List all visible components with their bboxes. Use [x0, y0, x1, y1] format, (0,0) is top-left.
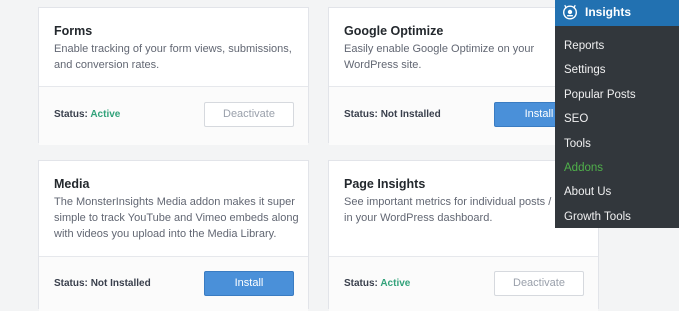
status-line: Status: Active — [344, 278, 410, 289]
status-line: Status: Not Installed — [344, 109, 441, 120]
addon-title: Google Optimize — [344, 24, 444, 38]
status-label: Status: — [344, 109, 378, 120]
addon-title: Media — [54, 177, 90, 191]
insights-submenu: Reports Settings Popular Posts SEO Tools… — [555, 34, 679, 229]
status-line: Status: Not Installed — [54, 278, 151, 289]
addon-description: Easily enable Google Optimize on your Wo… — [344, 43, 535, 71]
menu-item-about-us[interactable]: About Us — [555, 180, 679, 204]
status-value: Not Installed — [90, 278, 151, 289]
menu-item-growth-tools[interactable]: Growth Tools — [555, 205, 679, 229]
addon-description: Enable tracking of your form views, subm… — [54, 43, 292, 71]
monsterinsights-logo-icon — [562, 4, 578, 20]
addon-description: See important metrics for individual pos… — [344, 196, 567, 224]
menu-item-tools[interactable]: Tools — [555, 132, 679, 156]
addon-description: The MonsterInsights Media addon makes it… — [54, 196, 299, 240]
addon-footer: Status: Active Deactivate — [329, 256, 598, 311]
addon-title: Forms — [54, 24, 93, 38]
menu-item-popular-posts[interactable]: Popular Posts — [555, 83, 679, 107]
insights-flyout-menu: Insights Reports Settings Popular Posts … — [555, 0, 679, 228]
addon-title: Page Insights — [344, 177, 426, 191]
status-label: Status: — [54, 109, 88, 120]
insights-menu-header[interactable]: Insights — [555, 0, 679, 26]
addon-footer: Status: Active Deactivate — [39, 86, 308, 145]
status-value: Active — [380, 278, 411, 289]
install-button[interactable]: Install — [204, 271, 294, 296]
status-value: Active — [90, 109, 121, 120]
deactivate-button[interactable]: Deactivate — [494, 271, 584, 296]
status-label: Status: — [344, 278, 378, 289]
addon-card-forms: Forms Enable tracking of your form views… — [38, 7, 309, 145]
addon-footer: Status: Not Installed Install — [39, 256, 308, 311]
insights-menu-title: Insights — [585, 5, 632, 19]
addon-card-media: Media The MonsterInsights Media addon ma… — [38, 160, 309, 311]
status-label: Status: — [54, 278, 88, 289]
menu-item-reports[interactable]: Reports — [555, 34, 679, 58]
menu-item-seo[interactable]: SEO — [555, 107, 679, 131]
menu-item-addons[interactable]: Addons — [555, 156, 679, 180]
status-line: Status: Active — [54, 109, 120, 120]
status-value: Not Installed — [380, 109, 441, 120]
menu-item-settings[interactable]: Settings — [555, 58, 679, 82]
deactivate-button[interactable]: Deactivate — [204, 102, 294, 127]
